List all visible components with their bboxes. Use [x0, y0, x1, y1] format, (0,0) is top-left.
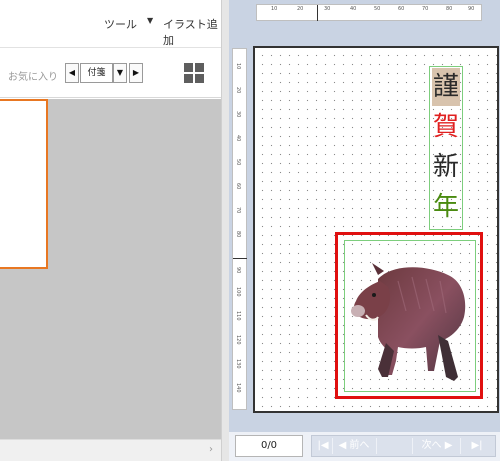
page-navigation-bar: 0/0 |◀ ◀ 前へ 次へ ▶ ▶|	[229, 432, 500, 461]
panel-splitter[interactable]	[221, 0, 229, 461]
next-page-button[interactable]: 次へ ▶	[415, 436, 459, 456]
selected-thumbnail[interactable]	[0, 99, 48, 269]
nav-divider	[376, 438, 377, 454]
ruler-marker	[233, 258, 247, 259]
nav-divider	[460, 438, 461, 454]
ruler-tick-label: 10	[271, 6, 278, 12]
favorites-category-select[interactable]: 付箋	[80, 63, 113, 83]
page-counter: 0/0	[235, 435, 303, 457]
preview-panel: 10 20 30 40 50 60 70 80 90 10 20 30 40 5…	[229, 0, 500, 461]
ruler-tick-label: 110	[235, 311, 241, 321]
ruler-tick-label: 50	[374, 6, 381, 12]
greeting-text-frame[interactable]: 謹 賀 新 年	[429, 66, 463, 230]
left-panel: ツール ▼ イラスト追加 お気に入り ◀ 付箋 ▼ ▶ ›	[0, 0, 221, 461]
favorites-label: お気に入り	[8, 72, 58, 83]
favorites-next-button[interactable]: ▶	[129, 63, 143, 83]
ruler-tick-label: 120	[235, 335, 241, 345]
ruler-tick-label: 80	[235, 231, 241, 238]
ruler-tick-label: 20	[235, 87, 241, 94]
last-page-button[interactable]: ▶|	[462, 436, 492, 456]
prev-page-button[interactable]: ◀ 前へ	[334, 436, 374, 456]
first-page-button[interactable]: |◀	[315, 436, 331, 456]
toolbar: ツール ▼ イラスト追加	[0, 0, 221, 48]
card-canvas[interactable]: 謹 賀 新 年	[253, 46, 499, 413]
ruler-tick-label: 40	[235, 135, 241, 142]
favorites-dropdown-button[interactable]: ▼	[113, 63, 127, 83]
ruler-tick-label: 50	[235, 159, 241, 166]
ruler-tick-label: 30	[235, 111, 241, 118]
tool-menu[interactable]: ツール	[104, 16, 137, 32]
chevron-down-icon[interactable]: ▼	[147, 16, 153, 25]
add-illustration-button[interactable]: イラスト追加	[163, 16, 221, 48]
ruler-tick-label: 60	[235, 183, 241, 190]
nav-divider	[332, 438, 333, 454]
nav-divider	[412, 438, 413, 454]
thumbnail-area	[0, 99, 221, 439]
ruler-tick-label: 70	[422, 6, 429, 12]
app-window: ツール ▼ イラスト追加 お気に入り ◀ 付箋 ▼ ▶ › 10 20 30 4…	[0, 0, 500, 461]
top-ruler: 10 20 30 40 50 60 70 80 90	[256, 4, 482, 21]
ruler-tick-label: 20	[297, 6, 304, 12]
scroll-right-icon[interactable]: ›	[209, 444, 213, 455]
ruler-tick-label: 140	[235, 383, 241, 393]
ruler-tick-label: 80	[446, 6, 453, 12]
left-ruler: 10 20 30 40 50 60 70 80 90 100 110 120 1…	[232, 48, 247, 410]
greeting-char: 賀	[432, 112, 459, 142]
favorites-bar: お気に入り ◀ 付箋 ▼ ▶	[0, 48, 221, 98]
ruler-tick-label: 90	[235, 267, 241, 274]
illustration-frame[interactable]	[344, 240, 476, 392]
grid-view-icon[interactable]	[184, 63, 204, 83]
ruler-tick-label: 100	[235, 287, 241, 297]
ruler-tick-label: 70	[235, 207, 241, 214]
ruler-tick-label: 90	[468, 6, 475, 12]
favorites-prev-button[interactable]: ◀	[65, 63, 79, 83]
ruler-tick-label: 30	[324, 6, 331, 12]
greeting-char: 謹	[432, 68, 460, 106]
ruler-marker	[317, 5, 318, 21]
ruler-tick-label: 40	[350, 6, 357, 12]
ruler-tick-label: 130	[235, 359, 241, 369]
boar-illustration	[351, 263, 466, 381]
greeting-char: 年	[432, 192, 459, 222]
ruler-tick-label: 60	[398, 6, 405, 12]
ruler-tick-label: 10	[235, 63, 241, 70]
page-nav-buttons: |◀ ◀ 前へ 次へ ▶ ▶|	[311, 435, 496, 457]
selected-illustration[interactable]	[335, 232, 483, 399]
horizontal-scrollbar[interactable]: ›	[0, 439, 221, 461]
greeting-char: 新	[432, 152, 459, 182]
